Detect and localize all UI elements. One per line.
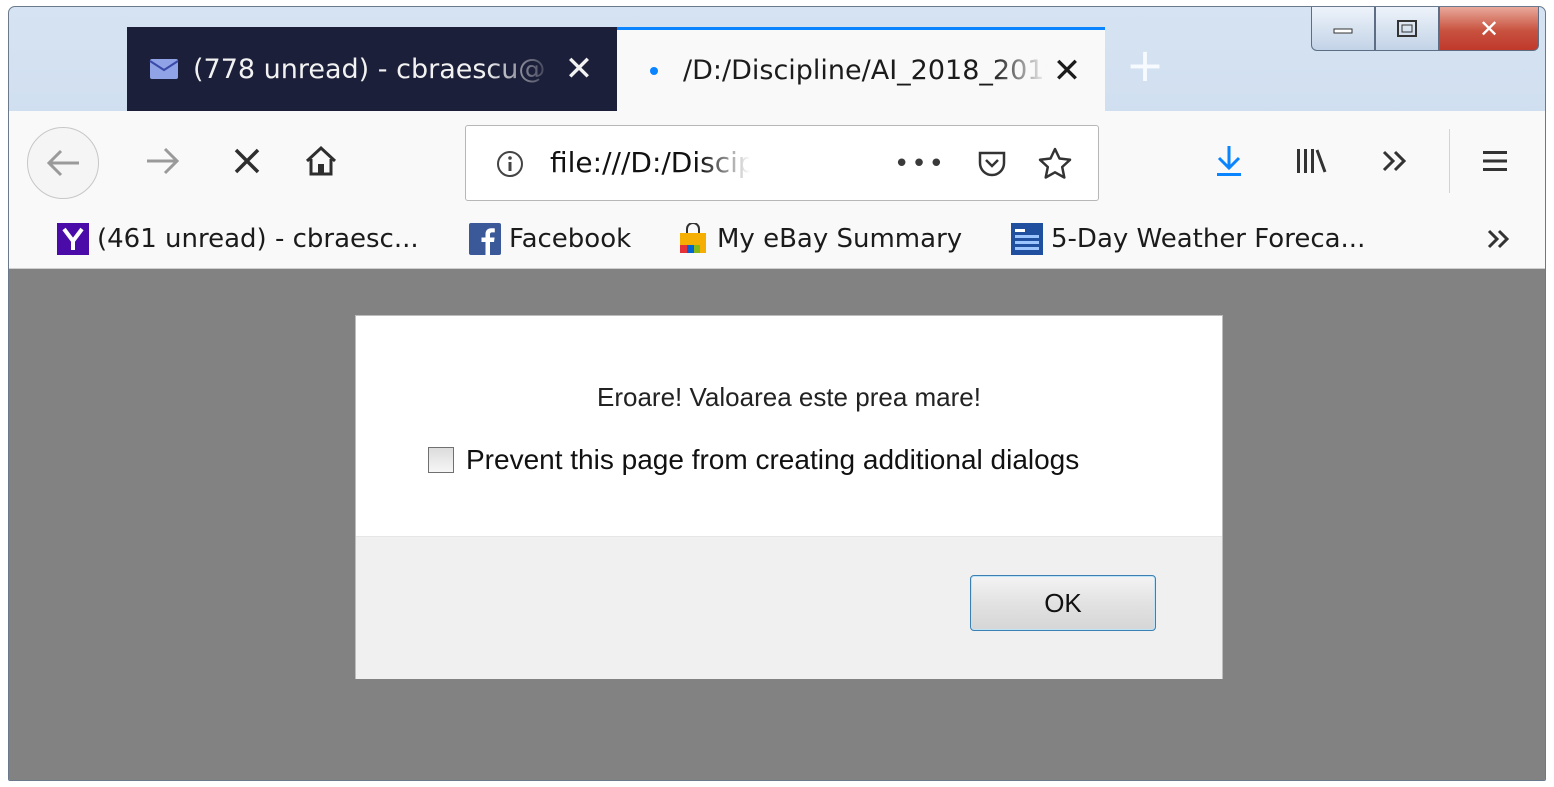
maximize-icon [1397,19,1417,37]
back-button[interactable] [27,127,99,199]
yahoo-icon [57,223,89,255]
window-close-button[interactable]: ✕ [1439,7,1539,51]
info-icon[interactable] [492,146,528,182]
bookmark-label: Facebook [509,224,632,254]
minimize-button[interactable] [1311,7,1375,51]
ebay-bag-icon [677,223,709,255]
library-button[interactable] [1289,139,1333,183]
bookmark-yahoo-mail[interactable]: (461 unread) - cbraesc... [57,209,419,269]
tab-mail[interactable]: (778 unread) - cbraescu@ ✕ [127,27,617,111]
address-bar[interactable]: file:///D:/Discipline/AI_2018_2019 ••• [465,125,1099,201]
maximize-button[interactable] [1375,7,1439,51]
weather-icon [1011,223,1043,255]
ok-button[interactable]: OK [970,575,1156,631]
forward-arrow-icon [147,147,180,175]
bookmark-label: My eBay Summary [717,224,963,254]
bookmarks-overflow-button[interactable] [1479,219,1519,259]
bookmark-label: (461 unread) - cbraesc... [97,224,419,254]
library-icon [1297,149,1327,173]
navigation-toolbar: file:///D:/Discipline/AI_2018_2019 ••• [9,111,1545,209]
chevron-double-right-icon [1487,229,1510,249]
bookmark-weather[interactable]: 5-Day Weather Foreca... [1011,209,1365,269]
alert-dialog: Eroare! Valoarea este prea mare! Prevent… [355,315,1223,679]
bookmarks-toolbar: (461 unread) - cbraesc... Facebook My eB… [9,209,1545,269]
dialog-message: Eroare! Valoarea este prea mare! [597,382,981,412]
downloads-button[interactable] [1209,139,1249,183]
forward-button[interactable] [139,141,187,181]
facebook-icon [469,223,501,255]
tab-title: (778 unread) - cbraescu@ [193,53,546,85]
home-button[interactable] [299,139,343,183]
tab-close-icon[interactable]: ✕ [1047,51,1087,91]
mail-icon [149,54,179,84]
stop-button[interactable] [225,141,269,181]
prevent-dialogs-option[interactable]: Prevent this page from creating addition… [428,444,1079,476]
bookmark-star-icon[interactable] [1034,142,1076,184]
overflow-menu-button[interactable] [1373,139,1417,183]
back-arrow-icon [46,149,79,177]
loading-dot-icon [639,56,669,86]
minimize-icon [1333,28,1353,33]
page-actions-icon[interactable]: ••• [894,146,946,182]
home-icon [305,145,337,176]
dialog-footer: OK [356,536,1222,679]
tab-close-icon[interactable]: ✕ [559,49,599,89]
bookmark-label: 5-Day Weather Foreca... [1051,224,1366,254]
download-arrow-icon [1217,146,1241,176]
chevron-double-right-icon [1382,150,1407,172]
toolbar-divider [1449,129,1450,193]
url-text[interactable]: file:///D:/Discipline/AI_2018_2019 [550,126,750,200]
hamburger-menu-icon [1483,151,1507,171]
tab-title: /D:/Discipline/AI_2018_2019 [683,55,1047,86]
bookmark-facebook[interactable]: Facebook [469,209,631,269]
prevent-dialogs-checkbox[interactable] [428,447,454,473]
stop-x-icon [234,148,260,174]
pocket-icon[interactable] [972,144,1012,184]
bookmark-ebay[interactable]: My eBay Summary [677,209,962,269]
checkbox-label: Prevent this page from creating addition… [466,444,1080,475]
browser-window: (778 unread) - cbraescu@ ✕ /D:/Disciplin… [8,6,1546,781]
new-tab-button[interactable]: + [1121,42,1169,91]
window-controls: ✕ [1311,7,1539,51]
main-menu-button[interactable] [1475,141,1515,181]
tab-local-file[interactable]: /D:/Discipline/AI_2018_2019 ✕ [617,27,1105,111]
page-content-overlay: Eroare! Valoarea este prea mare! Prevent… [9,269,1545,780]
